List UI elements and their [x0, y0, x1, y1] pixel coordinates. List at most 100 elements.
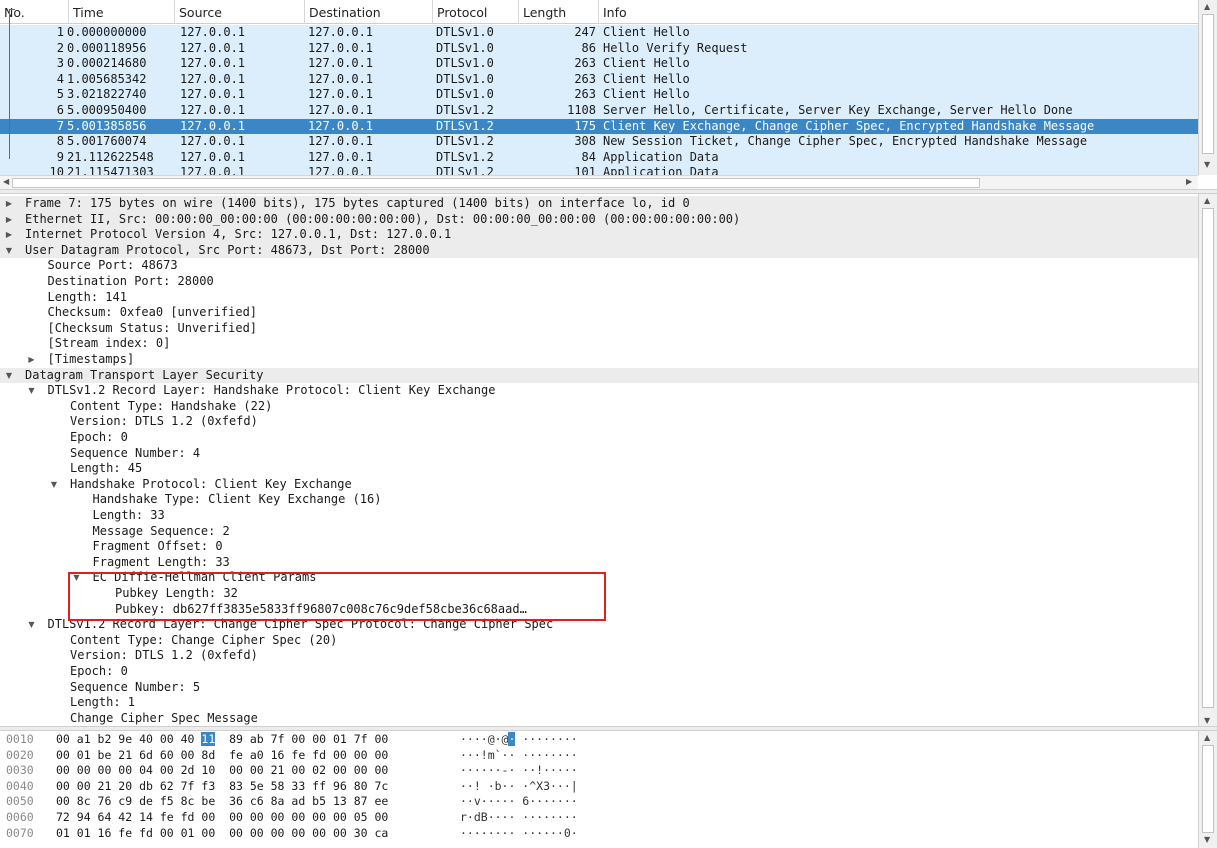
hex-bytes[interactable]: 00 00 00 00 04 00 2d 10 00 00 21 00 02 0…	[56, 763, 388, 778]
detail-tree-item[interactable]: ▼ EC Diffie-Hellman Client Params	[0, 570, 1198, 586]
detail-tree-item[interactable]: [Stream index: 0]	[0, 336, 1198, 352]
packet-row[interactable]: 4 1.005685342 127.0.0.1 127.0.0.1 DTLSv1.0 26…	[0, 71, 1198, 88]
collapse-arrow-icon[interactable]: ▶	[26, 352, 38, 367]
hex-bytes[interactable]: 00 00 21 20 db 62 7f f3 83 5e 58 33 ff 9…	[56, 779, 388, 794]
detail-tree-item[interactable]: Sequence Number: 5	[0, 680, 1198, 696]
packet-row[interactable]: 7 5.001385856 127.0.0.1 127.0.0.1 DTLSv1.2 17…	[0, 118, 1198, 135]
hex-bytes[interactable]: 72 94 64 42 14 fe fd 00 00 00 00 00 00 0…	[56, 810, 388, 825]
detail-tree-item[interactable]: Length: 141	[0, 290, 1198, 306]
detail-tree-item[interactable]: ▼ Handshake Protocol: Client Key Exchange	[0, 477, 1198, 493]
scroll-up-icon[interactable]: ▲	[1204, 733, 1210, 743]
packet-row[interactable]: 3 0.000214680 127.0.0.1 127.0.0.1 DTLSv1.0 26…	[0, 56, 1198, 72]
scroll-up-icon[interactable]: ▲	[1204, 196, 1210, 206]
ascii-bytes[interactable]: r·dB···· ········	[460, 810, 578, 825]
hex-dump-row[interactable]: 0010 00 a1 b2 9e 40 00 40 11 89 ab 7f 00 …	[0, 732, 1198, 748]
scroll-right-icon[interactable]: ▶	[1186, 177, 1192, 187]
detail-tree-item[interactable]: Message Sequence: 2	[0, 524, 1198, 540]
detail-tree-item[interactable]: Checksum: 0xfea0 [unverified]	[0, 305, 1198, 321]
ascii-bytes[interactable]: ······-· ··!·····	[460, 763, 578, 778]
hex-bytes[interactable]: 00 01 be 21 6d 60 00 8d fe a0 16 fe fd 0…	[56, 748, 388, 763]
expand-arrow-icon[interactable]: ▼	[3, 243, 15, 258]
collapse-arrow-icon[interactable]: ▶	[3, 227, 15, 242]
expand-arrow-icon[interactable]: ▼	[48, 477, 60, 492]
column-header-length[interactable]: Length	[518, 0, 598, 24]
hex-dump-row[interactable]: 0070 01 01 16 fe fd 00 01 00 00 00 00 00 …	[0, 826, 1198, 842]
packet-row[interactable]: 5 3.021822740 127.0.0.1 127.0.0.1 DTLSv1.0 26…	[0, 87, 1198, 103]
column-header-destination[interactable]: Destination	[304, 0, 432, 24]
column-header-protocol[interactable]: Protocol	[432, 0, 518, 24]
bytes-scroll-thumb[interactable]	[1202, 745, 1214, 833]
detail-tree-item[interactable]: ▶ Ethernet II, Src: 00:00:00_00:00:00 (00…	[0, 211, 1198, 228]
selected-hex-byte[interactable]: 11	[201, 732, 216, 746]
hex-dump-row[interactable]: 0040 00 00 21 20 db 62 7f f3 83 5e 58 33 …	[0, 779, 1198, 795]
collapse-arrow-icon[interactable]: ▶	[3, 196, 15, 211]
packet-row[interactable]: 1 0.000000000 127.0.0.1 127.0.0.1 DTLSv1.0 24…	[0, 25, 1198, 41]
packet-row[interactable]: 2 0.000118956 127.0.0.1 127.0.0.1 DTLSv1.0 86…	[0, 40, 1198, 57]
detail-tree-item[interactable]: Handshake Type: Client Key Exchange (16)	[0, 492, 1198, 508]
column-header-time[interactable]: Time	[68, 0, 174, 24]
hex-bytes[interactable]: 01 01 16 fe fd 00 01 00 00 00 00 00 00 0…	[56, 826, 388, 841]
expand-arrow-icon[interactable]: ▼	[26, 617, 38, 632]
hex-bytes[interactable]: 00 a1 b2 9e 40 00 40 11 89 ab 7f 00 00 0…	[56, 732, 388, 747]
scroll-up-icon[interactable]: ▲	[1204, 2, 1210, 12]
packet-list-vertical-scrollbar[interactable]: ▲ ▼	[1198, 0, 1217, 175]
detail-tree-item[interactable]: Length: 1	[0, 695, 1198, 711]
detail-tree-item[interactable]: Destination Port: 28000	[0, 274, 1198, 290]
packet-row[interactable]: 10 21.115471303 127.0.0.1 127.0.0.1 DTLSv1.2…	[0, 165, 1198, 175]
packet-row[interactable]: 6 5.000950400 127.0.0.1 127.0.0.1 DTLSv1.2 11…	[0, 103, 1198, 119]
hex-dump-row[interactable]: 0030 00 00 00 00 04 00 2d 10 00 00 21 00 …	[0, 763, 1198, 779]
detail-tree-item[interactable]: Pubkey Length: 32	[0, 586, 1198, 602]
hex-bytes[interactable]: 00 8c 76 c9 de f5 8c be 36 c6 8a ad b5 1…	[56, 794, 388, 809]
detail-tree-item[interactable]: Change Cipher Spec Message	[0, 711, 1198, 727]
scroll-left-icon[interactable]: ◀	[3, 177, 9, 187]
packet-row[interactable]: 9 21.112622548 127.0.0.1 127.0.0.1 DTLSv1.2 8…	[0, 149, 1198, 166]
detail-tree-item[interactable]: Version: DTLS 1.2 (0xfefd)	[0, 414, 1198, 430]
detail-tree-item[interactable]: Length: 33	[0, 508, 1198, 524]
detail-tree-item[interactable]: Fragment Offset: 0	[0, 539, 1198, 555]
packet-length: 84	[581, 149, 596, 164]
column-header-source[interactable]: Source	[174, 0, 304, 24]
detail-tree-item[interactable]: ▼ DTLSv1.2 Record Layer: Change Cipher Sp…	[0, 617, 1198, 633]
detail-tree-item[interactable]: ▶ Internet Protocol Version 4, Src: 127.0…	[0, 227, 1198, 243]
expand-arrow-icon[interactable]: ▼	[71, 570, 83, 585]
details-scroll-thumb[interactable]	[1202, 208, 1214, 708]
collapse-arrow-icon[interactable]: ▶	[3, 212, 15, 227]
detail-tree-label: Ethernet II, Src: 00:00:00_00:00:00 (00:…	[25, 211, 741, 226]
detail-tree-item[interactable]: ▶ [Timestamps]	[0, 352, 1198, 368]
detail-tree-item[interactable]: [Checksum Status: Unverified]	[0, 321, 1198, 337]
detail-tree-item[interactable]: Sequence Number: 4	[0, 446, 1198, 462]
detail-tree-item[interactable]: Fragment Length: 33	[0, 555, 1198, 571]
packet-list-scroll-thumb[interactable]	[1202, 14, 1214, 154]
hex-dump-row[interactable]: 0060 72 94 64 42 14 fe fd 00 00 00 00 00 …	[0, 810, 1198, 826]
detail-tree-item[interactable]: Version: DTLS 1.2 (0xfefd)	[0, 648, 1198, 664]
scroll-down-icon[interactable]: ▼	[1204, 716, 1210, 726]
detail-tree-item[interactable]: Content Type: Handshake (22)	[0, 399, 1198, 415]
expand-arrow-icon[interactable]: ▼	[3, 368, 15, 383]
packet-list-horizontal-scrollbar[interactable]: ◀ ▶	[0, 175, 1198, 189]
bytes-vertical-scrollbar[interactable]: ▲ ▼	[1198, 731, 1217, 848]
detail-tree-item[interactable]: Length: 45	[0, 461, 1198, 477]
packet-row[interactable]: 8 5.001760074 127.0.0.1 127.0.0.1 DTLSv1.2 30…	[0, 134, 1198, 150]
detail-tree-item[interactable]: Source Port: 48673	[0, 258, 1198, 274]
ascii-bytes[interactable]: ··! ·b·· ·^X3···|	[460, 779, 578, 794]
scroll-down-icon[interactable]: ▼	[1204, 835, 1210, 845]
ascii-bytes[interactable]: ····@·@· ········	[460, 732, 578, 747]
details-vertical-scrollbar[interactable]: ▲ ▼	[1198, 194, 1217, 730]
ascii-bytes[interactable]: ········ ······0·	[460, 826, 578, 841]
hex-dump-row[interactable]: 0020 00 01 be 21 6d 60 00 8d fe a0 16 fe …	[0, 748, 1198, 764]
detail-tree-item[interactable]: Epoch: 0	[0, 430, 1198, 446]
column-header-info[interactable]: Info	[598, 0, 1198, 24]
detail-tree-item[interactable]: ▼ DTLSv1.2 Record Layer: Handshake Protoc…	[0, 383, 1198, 399]
detail-tree-item[interactable]: ▶ Frame 7: 175 bytes on wire (1400 bits),…	[0, 196, 1198, 212]
detail-tree-item[interactable]: Epoch: 0	[0, 664, 1198, 680]
ascii-bytes[interactable]: ··v····· 6·······	[460, 794, 578, 809]
expand-arrow-icon[interactable]: ▼	[26, 383, 38, 398]
packet-list-hscroll-thumb[interactable]	[12, 178, 980, 188]
hex-dump-row[interactable]: 0050 00 8c 76 c9 de f5 8c be 36 c6 8a ad …	[0, 794, 1198, 810]
scroll-down-icon[interactable]: ▼	[1204, 160, 1210, 170]
detail-tree-item[interactable]: ▼ Datagram Transport Layer Security	[0, 367, 1198, 384]
detail-tree-item[interactable]: ▼ User Datagram Protocol, Src Port: 48673…	[0, 242, 1198, 259]
detail-tree-item[interactable]: Content Type: Change Cipher Spec (20)	[0, 633, 1198, 649]
detail-tree-item[interactable]: Pubkey: db627ff3835e5833ff96807c008c76c9…	[0, 602, 1198, 618]
ascii-bytes[interactable]: ···!m`·· ········	[460, 748, 578, 763]
